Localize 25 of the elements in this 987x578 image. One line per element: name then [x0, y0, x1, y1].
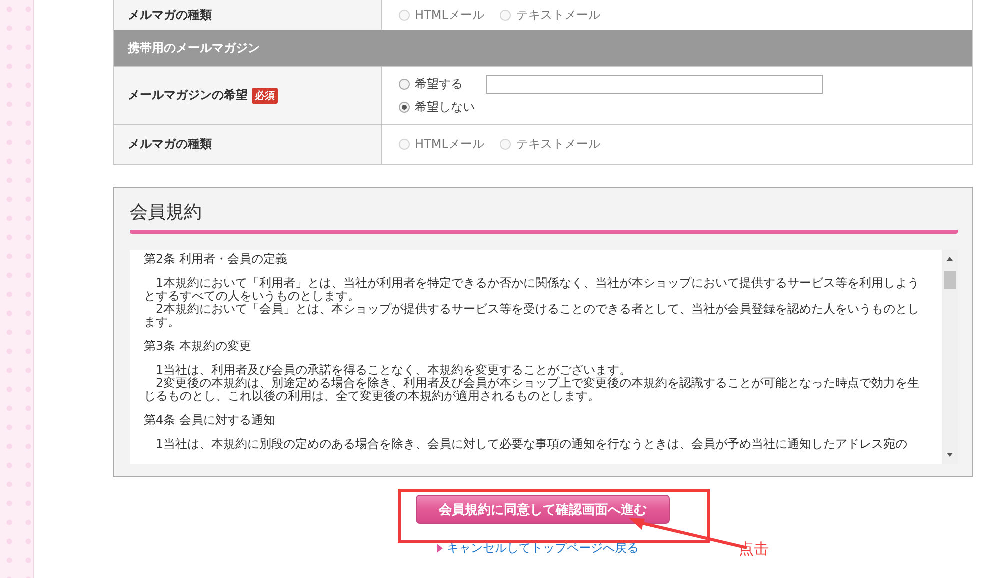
- article-heading: 第3条 本規約の変更: [144, 340, 252, 353]
- terms-title: 会員規約: [130, 200, 958, 234]
- radio-label: HTMLメール: [415, 136, 484, 153]
- radio-label: テキストメール: [516, 136, 600, 153]
- terms-paragraph: 2変更後の本規約は、別途定める場合を除き、利用者及び会員が本ショップ上で変更後の本規約を認識することが可能となった時点で効力を生じるものとし、これ以後の利用は、全て変更後の本規約が適用されるものとします。: [144, 377, 921, 403]
- radio-button[interactable]: [399, 79, 410, 90]
- radio-label: 希望しない: [415, 99, 475, 116]
- terms-paragraph: 1当社は、利用者及び会員の承諾を得ることなく、本規約を変更することがございます。: [155, 364, 633, 377]
- agree-button[interactable]: 会員規約に同意して確認画面へ進む: [416, 495, 670, 524]
- article-heading: 第4条 会員に対する通知: [144, 414, 276, 427]
- input-field[interactable]: [486, 75, 823, 94]
- triangle-icon: [437, 544, 443, 553]
- terms-paragraph: 2本規約において「会員」とは、本ショップが提供するサービス等を受けることのできる者として、当社が会員登録を認めた人をいうものとします。: [144, 303, 921, 329]
- radio-label: 希望する: [415, 76, 463, 93]
- field-label: メルマガの種類: [128, 136, 212, 153]
- required-badge: 必須: [252, 88, 278, 104]
- terms-paragraph: 1当社は、本規約に別段の定めのある場合を除き、会員に対して必要な事項の通知を行なうときは、会員が予め当社に通知したアドレス宛の: [155, 438, 909, 451]
- terms-paragraph: 1本規約において「利用者」とは、当社が利用者を特定できるか否かに関係なく、当社が本ショップにおいて提供するサービス等を利用しようとするすべての人をいうものとします。: [144, 277, 921, 303]
- section-header: 携帯用のメールマガジン: [114, 30, 972, 66]
- radio-label: テキストメール: [516, 6, 600, 24]
- field-label: メールマガジンの希望: [128, 87, 248, 104]
- radio-button[interactable]: [399, 102, 410, 113]
- radio-label: HTMLメール: [415, 6, 484, 24]
- field-label: メルマガの種類: [128, 6, 212, 24]
- article-heading: 第2条 利用者・会員の定義: [144, 253, 288, 266]
